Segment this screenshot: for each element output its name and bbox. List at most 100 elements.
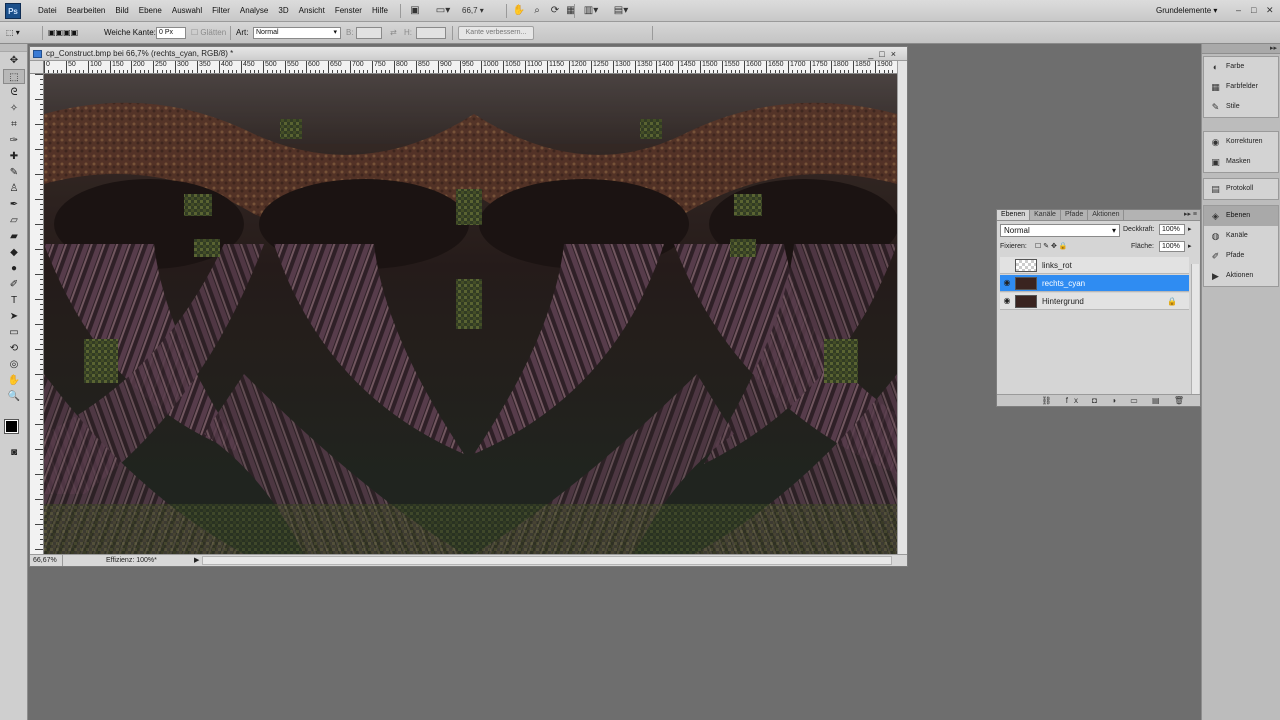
minimize-icon[interactable]: – [1236, 4, 1241, 16]
blend-mode-select[interactable]: Normal ▾ [1000, 224, 1120, 237]
eye-icon[interactable]: ◉ [1002, 296, 1012, 306]
rotate-view-icon[interactable]: ⟳ [548, 4, 562, 18]
menu-item-bearbeiten[interactable]: Bearbeiten [62, 0, 111, 22]
dock-item-protokoll[interactable]: ▤ Protokoll [1204, 179, 1278, 199]
eraser-tool-icon[interactable]: ▱ [3, 213, 25, 228]
layers-scrollbar[interactable] [1191, 264, 1199, 396]
doc-minimize-icon[interactable]: _ [868, 49, 879, 59]
photoshop-logo-icon[interactable]: Ps [5, 3, 21, 19]
menu-item-3d[interactable]: 3D [273, 0, 293, 22]
3d-rotate-tool-icon[interactable]: ⟲ [3, 341, 25, 356]
dock-item-aktionen[interactable]: ▶ Aktionen [1204, 266, 1278, 286]
doc-close-icon[interactable]: × [891, 49, 902, 59]
height-input[interactable] [416, 27, 446, 39]
zoom-icon[interactable]: ⌕ [530, 4, 544, 18]
crop-tool-icon[interactable]: ⌗ [3, 117, 25, 132]
dock-item-korrekturen[interactable]: ◉ Korrekturen [1204, 132, 1278, 152]
eye-icon[interactable] [1002, 260, 1012, 270]
blur-tool-icon[interactable]: ◆ [3, 245, 25, 260]
pen-tool-icon[interactable]: ✐ [3, 277, 25, 292]
width-input[interactable] [356, 27, 382, 39]
horizontal-scrollbar[interactable] [202, 556, 892, 565]
menu-item-hilfe[interactable]: Hilfe [367, 0, 393, 22]
fill-input[interactable]: 100% [1159, 241, 1185, 252]
3d-orbit-tool-icon[interactable]: ◎ [3, 357, 25, 372]
dock-collapse-icon[interactable]: ▸▸ [1202, 44, 1280, 54]
layer-row[interactable]: ◉ rechts_cyan [1000, 275, 1189, 292]
menu-item-ebene[interactable]: Ebene [134, 0, 167, 22]
hand-tool-icon[interactable]: ✋ [3, 373, 25, 388]
dock-item-ebenen[interactable]: ◈ Ebenen [1204, 206, 1278, 226]
path-selection-tool-icon[interactable]: ➤ [3, 309, 25, 324]
gradient-tool-icon[interactable]: ▰ [3, 229, 25, 244]
horizontal-ruler[interactable]: 0 50 100 150 200 250 300 350 400 450 500 550 600 650 7… [44, 61, 897, 74]
fill-slider-icon[interactable]: ▸ [1188, 241, 1192, 252]
eyedropper-tool-icon[interactable]: ✑ [3, 133, 25, 148]
style-select[interactable]: Normal ▾ [253, 27, 341, 39]
layer-row[interactable]: links_rot [1000, 257, 1189, 274]
dock-item-farbe[interactable]: ◐ Farbe [1204, 57, 1278, 77]
workspace-select[interactable]: Grundelemente ▾ [1156, 4, 1217, 18]
dock-item-stile[interactable]: ✎ Stile [1204, 97, 1278, 117]
dock-item-pfade[interactable]: ✐ Pfade [1204, 246, 1278, 266]
move-tool-icon[interactable]: ✥ [3, 53, 25, 68]
bridge-icon[interactable]: ▣ [408, 4, 422, 18]
layer-row[interactable]: ◉ Hintergrund 🔒 [1000, 293, 1189, 310]
menu-item-analyse[interactable]: Analyse [235, 0, 273, 22]
status-menu-arrow-icon[interactable]: ▶ [194, 555, 199, 566]
tab-aktionen[interactable]: Aktionen [1088, 210, 1125, 220]
tab-pfade[interactable]: Pfade [1061, 210, 1089, 220]
dock-item-kanäle[interactable]: ◍ Kanäle [1204, 226, 1278, 246]
quick-selection-tool-icon[interactable]: ✧ [3, 101, 25, 116]
arrange-documents-icon[interactable]: ▥▾ [580, 4, 602, 18]
menu-item-datei[interactable]: Datei [33, 0, 62, 22]
menu-item-fenster[interactable]: Fenster [330, 0, 367, 22]
spot-healing-tool-icon[interactable]: ✚ [3, 149, 25, 164]
close-icon[interactable]: ✕ [1266, 4, 1274, 16]
brush-tool-icon[interactable]: ✎ [3, 165, 25, 180]
swap-icon[interactable]: ⇄ [390, 26, 397, 40]
refine-edge-button[interactable]: Kante verbessern... [458, 26, 534, 40]
smooth-checkbox[interactable]: ☐ Glätten [191, 26, 226, 40]
dodge-tool-icon[interactable]: ● [3, 261, 25, 276]
marquee-tool-icon[interactable]: ⬚ [3, 69, 25, 84]
panel-menu-icon[interactable]: ▸▸ ≡ [1184, 210, 1197, 220]
hand-icon[interactable]: ✋ [512, 4, 526, 18]
status-info[interactable]: Effizienz: 100%* [106, 555, 157, 566]
menu-item-bild[interactable]: Bild [110, 0, 133, 22]
vertical-ruler[interactable] [30, 74, 44, 554]
lasso-tool-icon[interactable]: ᘓ [3, 85, 25, 100]
document-title-bar[interactable]: cp_Construct.bmp bei 66,7% (rechts_cyan,… [30, 47, 907, 61]
quick-mask-icon[interactable]: ◙ [3, 445, 25, 460]
type-tool-icon[interactable]: T [3, 293, 25, 308]
view-extras-icon[interactable]: ▭▾ [432, 4, 454, 18]
tools-panel-grip[interactable] [0, 44, 27, 52]
tab-ebenen[interactable]: Ebenen [997, 210, 1031, 220]
screen-mode-icon[interactable]: ▤▾ [610, 4, 632, 18]
status-zoom-field[interactable]: 66,67% [33, 555, 63, 566]
ruler-origin[interactable] [30, 61, 44, 74]
ruler-icon[interactable]: ▦ [564, 4, 578, 18]
doc-maximize-icon[interactable]: □ [879, 49, 890, 59]
opacity-input[interactable]: 100% [1159, 224, 1185, 235]
dock-item-farbfelder[interactable]: ▦ Farbfelder [1204, 77, 1278, 97]
tab-kanäle[interactable]: Kanäle [1030, 210, 1061, 220]
layer-actions-icons[interactable]: ⛓ fx ◘ ◑ ▭ ▤ 🗑 [1041, 396, 1190, 406]
foreground-color-swatch[interactable] [4, 419, 19, 434]
zoom-tool-icon[interactable]: 🔍 [3, 389, 25, 404]
image-canvas[interactable] [44, 74, 897, 554]
lock-icons[interactable]: ☐ ✎ ✥ 🔒 [1035, 241, 1068, 252]
opacity-slider-icon[interactable]: ▸ [1188, 224, 1192, 235]
clone-stamp-tool-icon[interactable]: ♙ [3, 181, 25, 196]
maximize-icon[interactable]: □ [1251, 4, 1256, 16]
history-brush-tool-icon[interactable]: ✒ [3, 197, 25, 212]
shape-tool-icon[interactable]: ▭ [3, 325, 25, 340]
dock-item-masken[interactable]: ▣ Masken [1204, 152, 1278, 172]
zoom-level-select[interactable]: 66,7 ▾ [462, 4, 500, 18]
selection-mode-icons[interactable]: ▣▣▣▣ [48, 26, 96, 40]
tool-preset-picker[interactable]: ⬚ ▾ [6, 26, 38, 40]
eye-icon[interactable]: ◉ [1002, 278, 1012, 288]
menu-item-auswahl[interactable]: Auswahl [167, 0, 207, 22]
vertical-scrollbar[interactable] [897, 61, 907, 554]
soft-edge-input[interactable]: 0 Px [156, 27, 186, 39]
